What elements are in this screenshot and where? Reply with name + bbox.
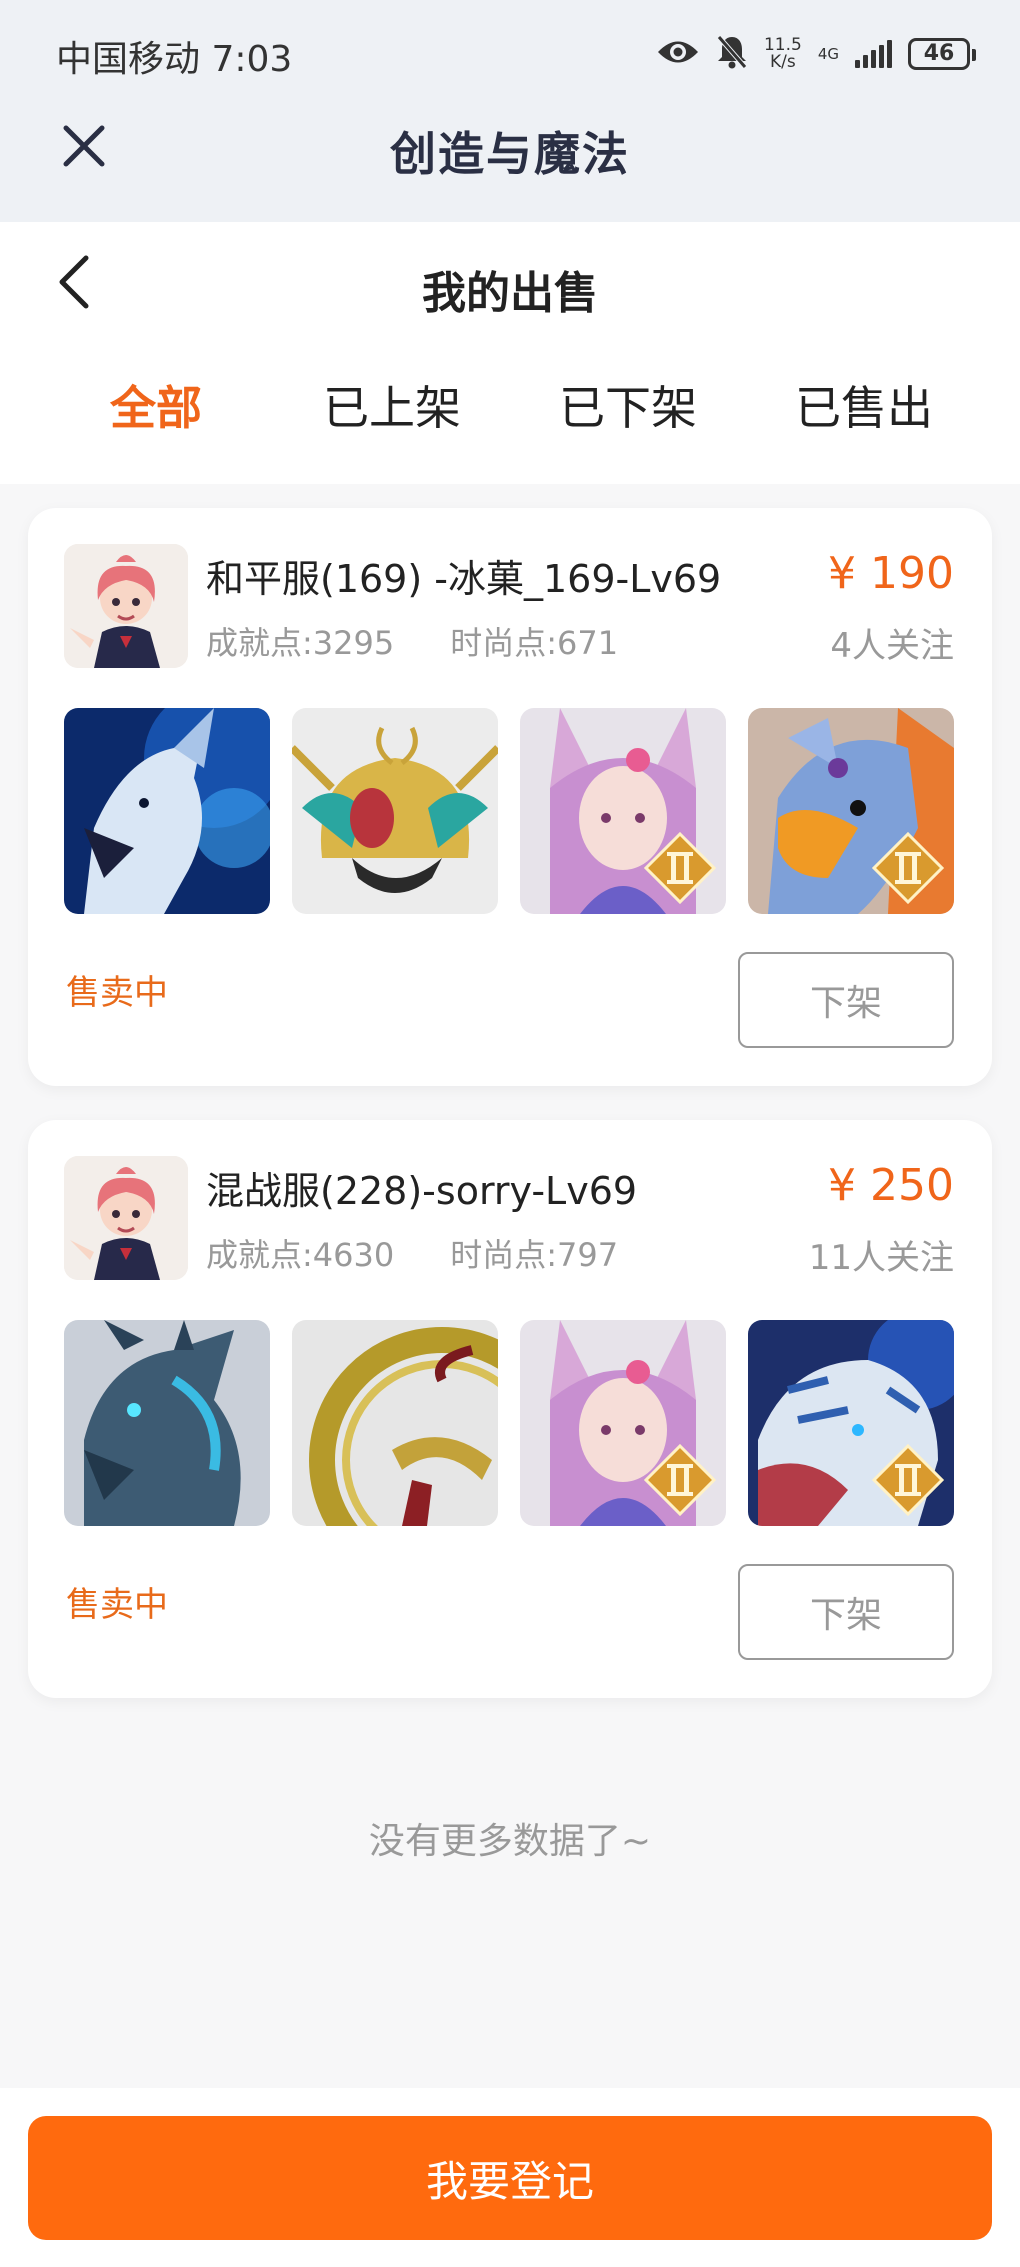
item-thumbnails bbox=[64, 1320, 954, 1526]
followers-count: 4人关注 bbox=[830, 626, 954, 666]
golden-helmet-icon bbox=[292, 708, 498, 914]
tab-all[interactable]: 全部 bbox=[56, 372, 256, 438]
tab-sold[interactable]: 已售出 bbox=[764, 372, 964, 438]
status-icons: 11.5 K/s 4G 46 bbox=[656, 32, 976, 76]
page-header: 我的出售 全部 已上架 已下架 已售出 bbox=[0, 222, 1020, 484]
register-button[interactable]: 我要登记 bbox=[28, 2116, 992, 2240]
achievement-points: 成就点:3295 bbox=[206, 624, 395, 662]
unlist-button[interactable]: 下架 bbox=[738, 952, 954, 1048]
item-thumbnail[interactable] bbox=[64, 1320, 270, 1526]
character-avatar bbox=[64, 544, 188, 668]
dragon-horse-mount-icon bbox=[64, 1320, 270, 1526]
carrier-time: 中国移动 7:03 bbox=[56, 39, 293, 80]
item-thumbnail[interactable] bbox=[520, 708, 726, 914]
bottom-bar: 我要登记 bbox=[0, 2088, 1020, 2267]
network-speed: 11.5 K/s bbox=[763, 35, 802, 72]
achievement-points: 成就点:4630 bbox=[206, 1236, 395, 1274]
tier-ii-badge-icon bbox=[644, 832, 716, 904]
server-name: 混战服(228)-sorry-Lv69 bbox=[206, 1169, 638, 1213]
app-title: 创造与魔法 bbox=[390, 127, 630, 181]
tab-delisted[interactable]: 已下架 bbox=[528, 372, 728, 438]
item-thumbnail[interactable] bbox=[520, 1320, 726, 1526]
no-more-data-text: 没有更多数据了~ bbox=[368, 1821, 652, 1862]
listing-card[interactable]: 混战服(228)-sorry-Lv69 成就点:4630 时尚点:797 ¥ 2… bbox=[28, 1120, 992, 1698]
tier-ii-badge-icon bbox=[872, 1444, 944, 1516]
battery-icon: 46 bbox=[908, 38, 976, 70]
item-thumbnail[interactable] bbox=[292, 708, 498, 914]
eye-icon bbox=[656, 37, 700, 71]
page-title: 我的出售 bbox=[422, 268, 598, 319]
sale-status: 售卖中 bbox=[66, 1585, 168, 1625]
golden-ring-icon bbox=[292, 1320, 498, 1526]
listing-card[interactable]: 和平服(169) -冰菓_169-Lv69 成就点:3295 时尚点:671 ¥… bbox=[28, 508, 992, 1086]
item-thumbnail[interactable] bbox=[64, 708, 270, 914]
sale-status: 售卖中 bbox=[66, 973, 168, 1013]
tab-bar: 全部 已上架 已下架 已售出 bbox=[0, 372, 1020, 452]
fashion-points: 时尚点:797 bbox=[450, 1236, 619, 1274]
tab-listed[interactable]: 已上架 bbox=[292, 372, 492, 438]
item-thumbnail[interactable] bbox=[748, 1320, 954, 1526]
tier-ii-badge-icon bbox=[872, 832, 944, 904]
character-stats: 成就点:4630 时尚点:797 bbox=[206, 1230, 618, 1276]
item-thumbnail[interactable] bbox=[292, 1320, 498, 1526]
network-type: 4G bbox=[817, 44, 839, 63]
item-thumbnails bbox=[64, 708, 954, 914]
followers-count: 11人关注 bbox=[808, 1238, 954, 1278]
status-bar: 中国移动 7:03 11.5 K/s 4G 46 bbox=[0, 0, 1020, 110]
unlist-button[interactable]: 下架 bbox=[738, 1564, 954, 1660]
tier-ii-badge-icon bbox=[644, 1444, 716, 1516]
signal-icon bbox=[855, 40, 892, 68]
mute-bell-icon bbox=[716, 34, 748, 74]
blue-wolf-mount-icon bbox=[64, 708, 270, 914]
app-header: 中国移动 7:03 11.5 K/s 4G 46 创造与魔法 bbox=[0, 0, 1020, 222]
character-stats: 成就点:3295 时尚点:671 bbox=[206, 618, 618, 664]
price: ¥ 250 bbox=[828, 1160, 954, 1211]
price: ¥ 190 bbox=[828, 548, 954, 599]
character-avatar bbox=[64, 1156, 188, 1280]
fashion-points: 时尚点:671 bbox=[450, 624, 619, 662]
server-name: 和平服(169) -冰菓_169-Lv69 bbox=[206, 557, 722, 601]
item-thumbnail[interactable] bbox=[748, 708, 954, 914]
